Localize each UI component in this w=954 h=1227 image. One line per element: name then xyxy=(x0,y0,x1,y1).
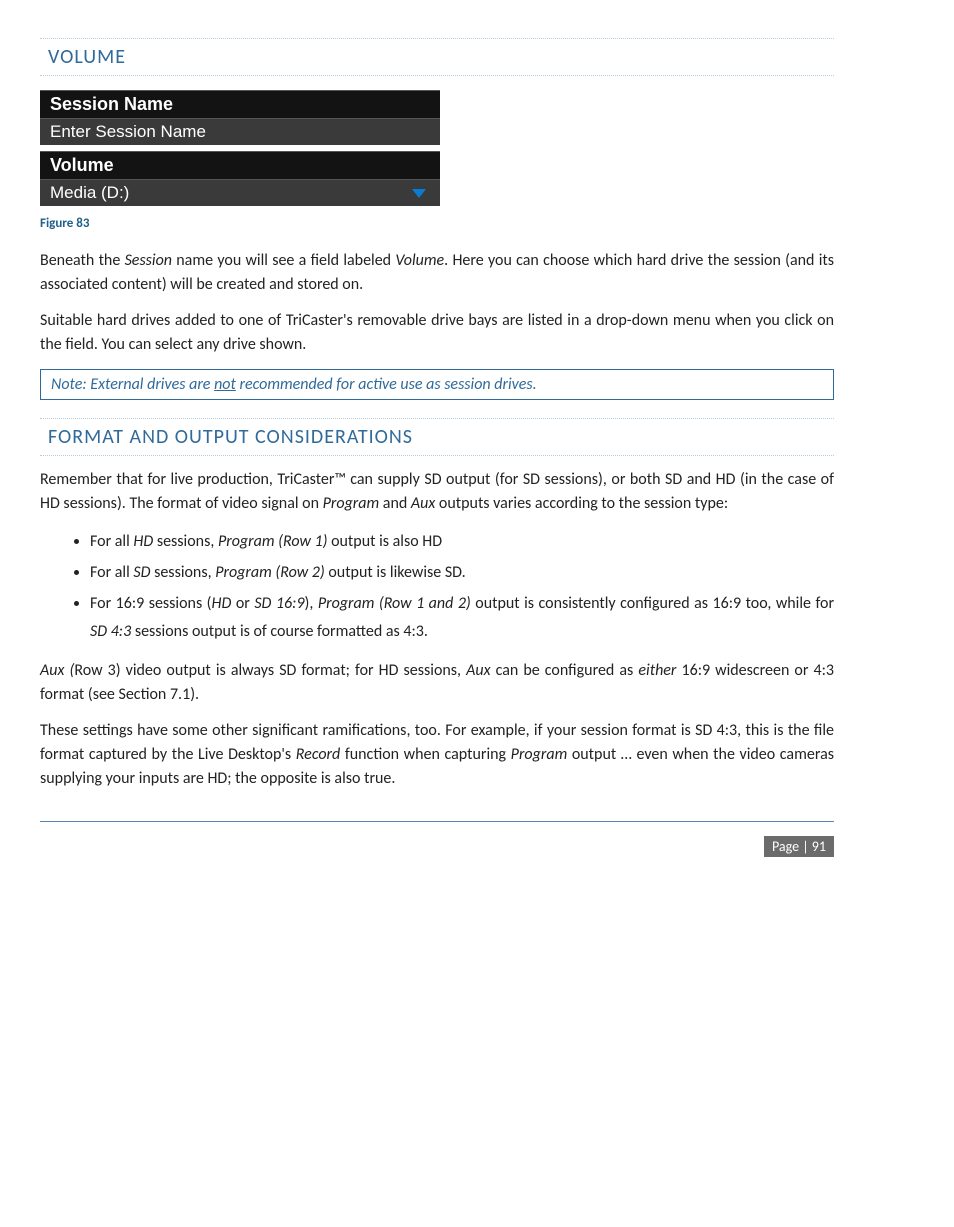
bullet-list: For all HD sessions, Program (Row 1) out… xyxy=(70,528,834,645)
volume-dropdown-value: Media (D:) xyxy=(50,183,129,203)
section-title-format: FORMAT AND OUTPUT CONSIDERATIONS xyxy=(40,418,834,456)
volume-label: Volume xyxy=(40,151,440,179)
page-number-badge: Page | 91 xyxy=(764,836,834,857)
paragraph-3: Remember that for live production, TriCa… xyxy=(40,468,834,516)
figure-caption: Figure 83 xyxy=(40,216,834,231)
paragraph-2: Suitable hard drives added to one of Tri… xyxy=(40,309,834,357)
paragraph-1: Beneath the Session name you will see a … xyxy=(40,249,834,297)
list-item: For 16:9 sessions (HD or SD 16:9), Progr… xyxy=(90,590,834,644)
chevron-down-icon xyxy=(412,189,426,198)
section-title-volume: VOLUME xyxy=(40,38,834,76)
paragraph-5: These settings have some other significa… xyxy=(40,719,834,791)
session-name-label: Session Name xyxy=(40,90,440,118)
session-panel: Session Name Enter Session Name Volume M… xyxy=(40,90,440,206)
note-box: Note: External drives are not recommende… xyxy=(40,369,834,400)
footer-divider xyxy=(40,821,834,822)
list-item: For all HD sessions, Program (Row 1) out… xyxy=(90,528,834,555)
list-item: For all SD sessions, Program (Row 2) out… xyxy=(90,559,834,586)
session-name-input[interactable]: Enter Session Name xyxy=(40,118,440,145)
paragraph-4: Aux (Row 3) video output is always SD fo… xyxy=(40,659,834,707)
volume-dropdown[interactable]: Media (D:) xyxy=(40,179,440,206)
